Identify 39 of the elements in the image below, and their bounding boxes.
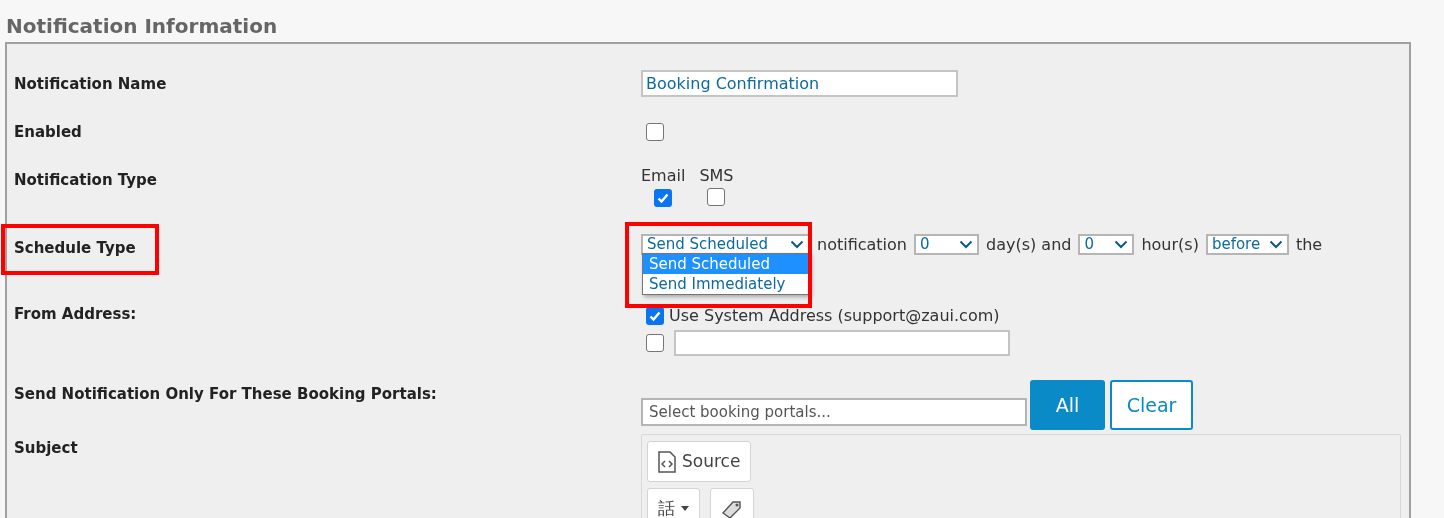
text-field[interactable]: Booking Confirmation (641, 70, 958, 97)
chevron-icon (1268, 240, 1283, 249)
option-label: Use System Address (support@zaui.com) (669, 306, 1000, 326)
dropdown-option[interactable]: Send Immediately (643, 274, 809, 294)
field-label: From Address: (14, 305, 137, 323)
checkbox[interactable] (646, 334, 664, 352)
dropdown-select[interactable]: 0 (1078, 234, 1135, 255)
caret-icon (681, 506, 689, 511)
field-label: Send Notification Only For These Booking Portals: (14, 385, 437, 403)
schedule-text: notification (817, 234, 907, 255)
field-label: Subject (14, 439, 78, 457)
portal-button[interactable]: Clear (1110, 380, 1193, 430)
toolbar-button[interactable]: Source (647, 441, 752, 482)
chevron-icon (959, 240, 973, 249)
address-field[interactable] (674, 330, 1010, 356)
field-label: Schedule Type (14, 239, 136, 257)
dropdown-select[interactable]: before (1205, 234, 1289, 255)
schedule-text: hour(s) (1141, 234, 1199, 255)
schedule-text: the (1295, 234, 1323, 255)
chevron-icon (1114, 240, 1129, 249)
option-label: SMS (699, 166, 734, 186)
chevron-icon (790, 240, 804, 249)
section-heading: Notification Information (5, 13, 279, 40)
checkbox[interactable] (654, 189, 673, 207)
tag-icon (721, 498, 743, 518)
option-label: Email (641, 166, 686, 186)
toolbar-button[interactable]: 話 (647, 488, 700, 518)
portal-button[interactable]: All (1030, 380, 1105, 430)
dropdown-select[interactable]: 0 (914, 234, 979, 255)
field-label: Enabled (14, 123, 82, 141)
portals-field[interactable]: Select booking portals... (641, 398, 1027, 426)
field-label: Notification Name (14, 75, 167, 93)
toolbar-button[interactable] (710, 488, 754, 518)
checkbox[interactable] (646, 123, 664, 141)
document-code-icon (658, 450, 676, 473)
field-label: Notification Type (14, 171, 157, 189)
checkbox[interactable] (707, 188, 726, 206)
schedule-text: day(s) and (986, 234, 1072, 255)
dropdown-option[interactable]: Send Scheduled (643, 254, 809, 274)
